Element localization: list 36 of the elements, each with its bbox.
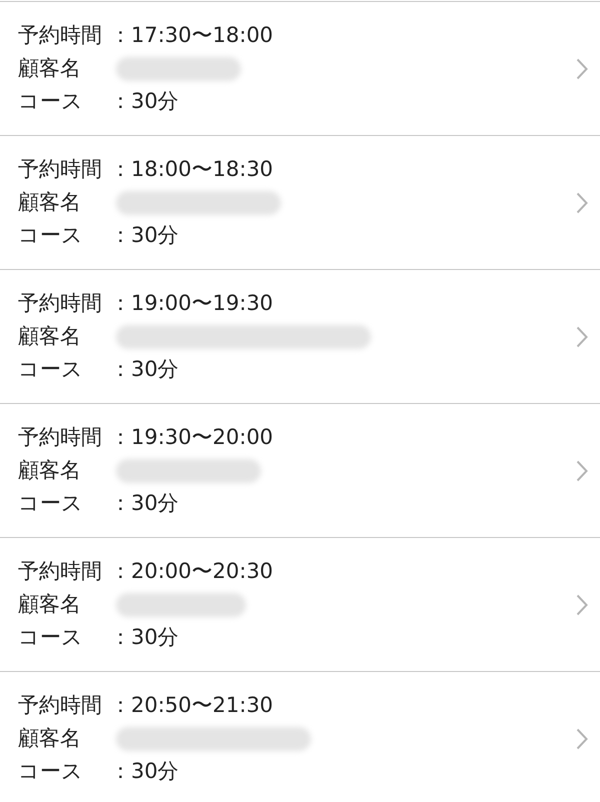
- field-label: コース: [18, 624, 84, 651]
- field-value: ：20:00〜20:30: [110, 558, 274, 585]
- field-label: 予約時間: [18, 424, 103, 451]
- field-label: 予約時間: [18, 22, 103, 49]
- field-label: コース: [18, 88, 84, 115]
- field-value: ：17:30〜18:00: [110, 22, 274, 49]
- field-label: 予約時間: [18, 558, 103, 585]
- chevron-right-icon: [576, 192, 588, 214]
- field-label: 顧客名: [18, 724, 82, 752]
- field-label: 顧客名: [18, 456, 82, 484]
- field-value: ：30分: [110, 222, 179, 249]
- field-label: 予約時間: [18, 156, 103, 183]
- field-label: 顧客名: [18, 188, 82, 216]
- field-value: ：20:50〜21:30: [110, 692, 274, 719]
- field-value: ：30分: [110, 624, 179, 651]
- field-label: コース: [18, 356, 84, 383]
- field-label: 顧客名: [18, 322, 82, 350]
- field-label: 顧客名: [18, 54, 82, 82]
- field-label: コース: [18, 490, 84, 517]
- field-value: ：30分: [110, 88, 179, 115]
- field-value: ：30分: [110, 758, 179, 785]
- field-label: 顧客名: [18, 590, 82, 618]
- field-label: コース: [18, 222, 84, 249]
- field-value: ：18:00〜18:30: [110, 156, 274, 183]
- chevron-right-icon: [576, 460, 588, 482]
- field-value: ：30分: [110, 356, 179, 383]
- field-value: ：19:30〜20:00: [110, 424, 274, 451]
- chevron-right-icon: [576, 594, 588, 616]
- field-label: コース: [18, 758, 84, 785]
- chevron-right-icon: [576, 326, 588, 348]
- field-value: ：30分: [110, 490, 179, 517]
- field-value: ：19:00〜19:30: [110, 290, 274, 317]
- field-label: 予約時間: [18, 290, 103, 317]
- chevron-right-icon: [576, 728, 588, 750]
- field-label: 予約時間: [18, 692, 103, 719]
- chevron-right-icon: [576, 58, 588, 80]
